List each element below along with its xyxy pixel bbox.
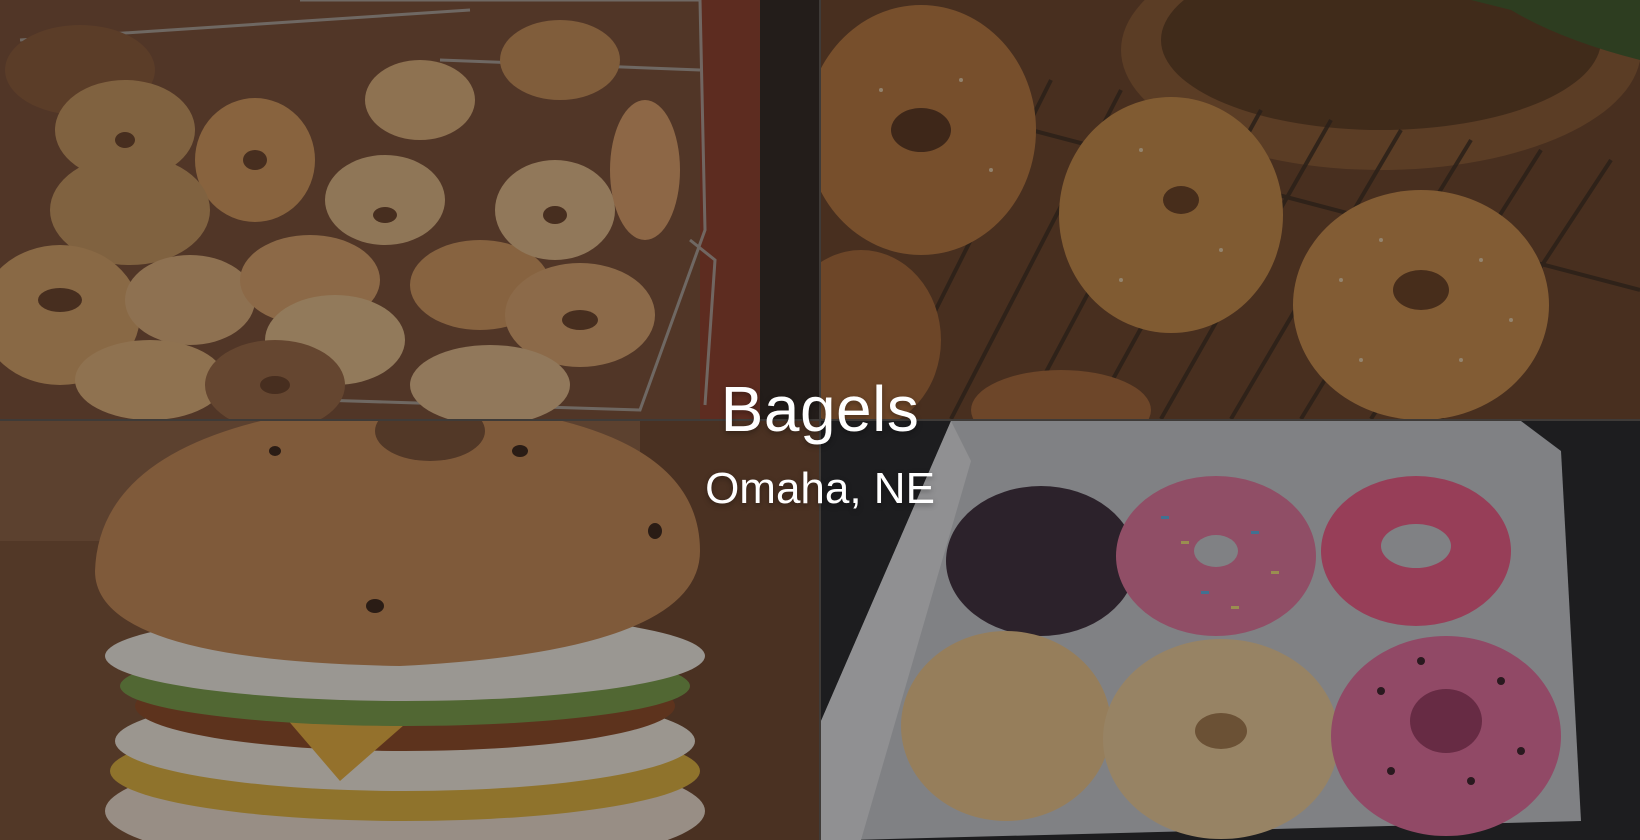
- hero-banner: Bagels Omaha, NE: [0, 0, 1640, 840]
- location-subtitle: Omaha, NE: [705, 464, 935, 513]
- page-title: Bagels: [720, 373, 920, 445]
- hero-caption: Bagels Omaha, NE: [0, 370, 1640, 516]
